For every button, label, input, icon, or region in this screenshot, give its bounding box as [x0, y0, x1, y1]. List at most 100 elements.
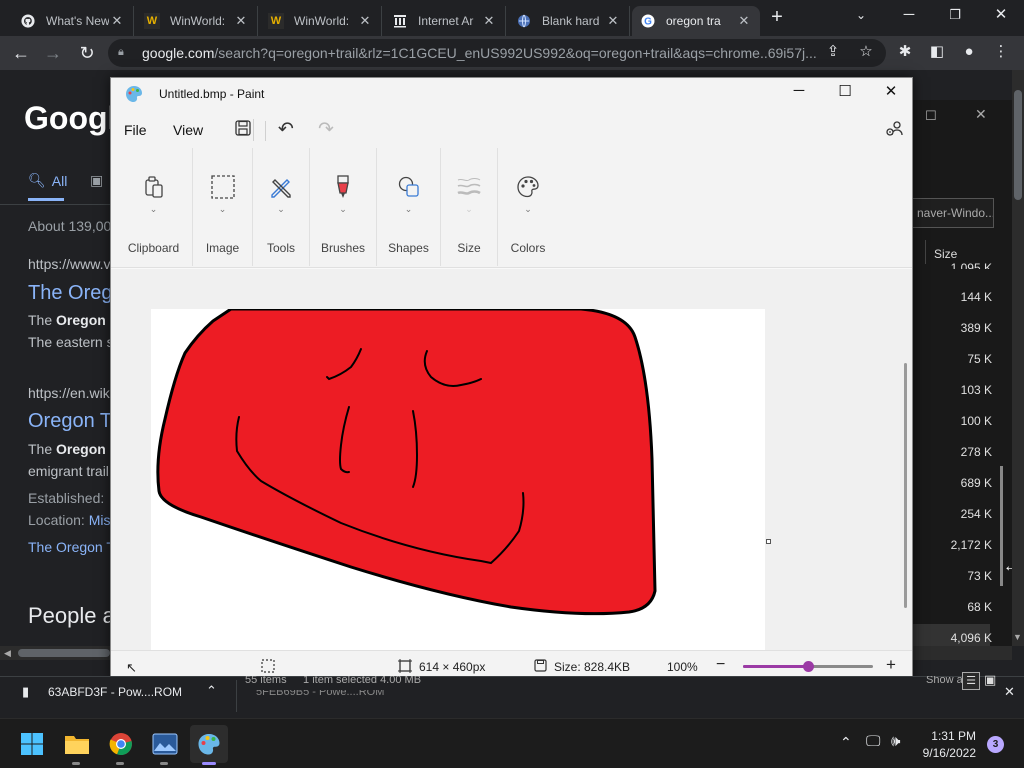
- zoom-slider-fill: [743, 665, 808, 668]
- undo-icon[interactable]: ↶: [278, 118, 294, 141]
- google-icon: G: [640, 13, 656, 29]
- scroll-left-icon[interactable]: ◀: [4, 648, 11, 659]
- tab-search-icon[interactable]: ⌄: [838, 0, 884, 30]
- close-icon[interactable]: ✕: [975, 106, 987, 123]
- minimize-button[interactable]: ─: [783, 82, 815, 106]
- ribbon-group-brushes[interactable]: ⌄ Brushes: [310, 148, 377, 266]
- back-button[interactable]: ←: [8, 40, 34, 66]
- scroll-down-icon[interactable]: ▼: [1013, 632, 1022, 642]
- zoom-out-button[interactable]: −: [716, 656, 725, 674]
- side-panel-icon[interactable]: ◧: [926, 41, 948, 63]
- volume-icon[interactable]: 🕪︎: [891, 733, 900, 750]
- download-item-partial[interactable]: 5FEB69B5 - Powe....ROM: [256, 690, 426, 710]
- window-title: Untitled.bmp - Paint: [159, 87, 265, 101]
- restore-icon[interactable]: ☐: [925, 108, 937, 124]
- tab-all-underline: [28, 198, 64, 201]
- ribbon-group-image[interactable]: ⌄ Image: [193, 148, 253, 266]
- chevron-up-icon[interactable]: ⌃: [840, 734, 852, 751]
- search-box[interactable]: naver-Windo...: [912, 198, 994, 228]
- established-label: Established:: [28, 490, 105, 506]
- photos-button[interactable]: [146, 725, 184, 763]
- chrome-icon: [109, 733, 132, 756]
- group-label: Colors: [510, 241, 546, 255]
- result-title[interactable]: Oregon T: [28, 410, 112, 433]
- extensions-icon[interactable]: ✱: [894, 41, 916, 63]
- close-icon[interactable]: ✕: [736, 13, 752, 29]
- save-icon[interactable]: [234, 119, 252, 142]
- network-icon[interactable]: 🖵︎: [866, 733, 880, 750]
- redo-icon[interactable]: ↷: [318, 118, 334, 141]
- globe-icon: [516, 13, 532, 29]
- result-title[interactable]: The Oreg: [28, 282, 112, 305]
- images-icon[interactable]: ▣: [90, 172, 103, 189]
- tab-title: Internet Ar: [418, 14, 474, 28]
- size-cell: 278 K: [960, 445, 992, 459]
- share-icon[interactable]: ⇪: [822, 41, 844, 63]
- windows-icon: [21, 733, 43, 755]
- chevron-down-icon: ⌄: [218, 204, 227, 214]
- bookmark-star-icon[interactable]: ☆: [855, 41, 877, 63]
- minimize-button[interactable]: ─: [886, 0, 932, 30]
- red-blob: [156, 307, 657, 616]
- menu-file[interactable]: File: [124, 122, 147, 138]
- chevron-up-icon[interactable]: ⌃: [206, 683, 217, 699]
- new-tab-button[interactable]: +: [766, 6, 788, 30]
- file-explorer-button[interactable]: [58, 725, 96, 763]
- download-item[interactable]: 63ABFD3F - Pow....ROM: [48, 685, 182, 699]
- divider: [265, 121, 266, 141]
- page-scrollbar-thumb[interactable]: [1014, 90, 1022, 200]
- tab-blank-hard[interactable]: Blank hard ✕: [508, 6, 630, 36]
- size-cell: 1,095 K: [950, 261, 992, 269]
- reload-button[interactable]: ↻: [74, 40, 100, 66]
- zoom-slider-thumb[interactable]: [803, 661, 814, 672]
- profile-icon[interactable]: ●: [958, 41, 980, 63]
- clock-time[interactable]: 1:31 PM: [922, 729, 976, 743]
- notification-badge[interactable]: 3: [987, 736, 1004, 753]
- vertical-scrollbar-thumb[interactable]: [904, 363, 907, 608]
- details-view-icon[interactable]: ☰: [962, 672, 980, 690]
- paint-window: Untitled.bmp - Paint ─ ☐ ✕ File View ↶ ↷…: [110, 77, 913, 682]
- tab-winworld-2[interactable]: W WinWorld: ✕: [260, 6, 382, 36]
- chrome-button[interactable]: [102, 725, 140, 763]
- tiles-view-icon[interactable]: ▣: [984, 672, 1000, 690]
- ribbon-group-tools[interactable]: ⌄ Tools: [253, 148, 310, 266]
- maximize-button[interactable]: ☐: [829, 82, 861, 106]
- close-icon[interactable]: ✕: [605, 13, 621, 29]
- more-link[interactable]: The Oregon T: [28, 539, 115, 555]
- drawing-canvas[interactable]: [151, 307, 765, 650]
- close-icon[interactable]: ✕: [481, 13, 497, 29]
- size-cell: 2,172 K: [950, 538, 992, 552]
- menu-view[interactable]: View: [173, 122, 203, 138]
- close-window-button[interactable]: ✕: [978, 0, 1024, 30]
- result-snippet: The eastern s: [28, 334, 114, 350]
- close-icon[interactable]: ✕: [233, 13, 249, 29]
- ribbon-group-colors[interactable]: ⌄ Colors: [498, 148, 558, 266]
- size-cell: 4,096 K: [950, 631, 992, 645]
- zoom-in-button[interactable]: +: [886, 655, 896, 675]
- account-settings-icon[interactable]: [884, 119, 904, 144]
- tab-title: WinWorld:: [170, 14, 226, 28]
- tab-winworld-1[interactable]: W WinWorld: ✕: [136, 6, 258, 36]
- canvas-resize-handle[interactable]: [766, 539, 771, 544]
- menu-icon[interactable]: ⋮: [990, 41, 1012, 63]
- zoom-slider-track[interactable]: [743, 661, 873, 672]
- restore-button[interactable]: ❐: [932, 0, 978, 30]
- forward-button[interactable]: →: [40, 40, 66, 66]
- start-button[interactable]: [13, 725, 51, 763]
- paint-ribbon: ⌄ Clipboard ⌄ Image ⌄ Tools ⌄ Brushes ⌄ …: [111, 148, 912, 268]
- close-icon[interactable]: ✕: [1004, 684, 1015, 700]
- tab-github[interactable]: What's New ✕: [12, 6, 134, 36]
- paint-taskbar-button[interactable]: [190, 725, 228, 763]
- ribbon-group-shapes[interactable]: ⌄ Shapes: [377, 148, 441, 266]
- close-icon[interactable]: ✕: [109, 13, 125, 29]
- tab-internet-archive[interactable]: Internet Ar ✕: [384, 6, 506, 36]
- tab-oregon-trail[interactable]: G oregon tra ✕: [632, 6, 760, 36]
- address-bar[interactable]: 🔒︎ google.com/search?q=oregon+trail&rlz=…: [108, 39, 886, 67]
- horizontal-scrollbar-thumb[interactable]: [18, 649, 110, 657]
- ribbon-group-clipboard[interactable]: ⌄ Clipboard: [115, 148, 193, 266]
- close-icon[interactable]: ✕: [357, 13, 373, 29]
- close-button[interactable]: ✕: [875, 82, 907, 106]
- clock-date[interactable]: 9/16/2022: [922, 746, 976, 760]
- column-header-size[interactable]: Size: [934, 247, 957, 261]
- tab-all[interactable]: 🔍︎ All: [28, 172, 67, 189]
